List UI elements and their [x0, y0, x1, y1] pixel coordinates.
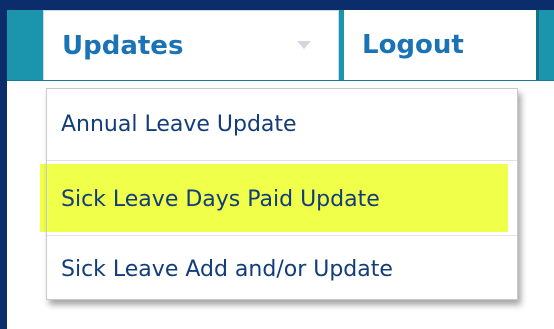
tab-updates[interactable]: Updates: [43, 10, 339, 80]
menu-item-annual-leave-update[interactable]: Annual Leave Update: [47, 89, 517, 159]
window-frame-top: [0, 0, 554, 10]
menu-separator: [47, 160, 517, 161]
window-frame-left: [0, 0, 7, 329]
menu-item-label: Sick Leave Days Paid Update: [61, 186, 380, 212]
updates-dropdown-menu: Annual Leave Update Sick Leave Days Paid…: [46, 88, 518, 300]
tab-divider: [536, 10, 539, 80]
menu-item-sick-leave-add-update[interactable]: Sick Leave Add and/or Update: [47, 239, 517, 299]
menu-item-label: Annual Leave Update: [61, 111, 297, 137]
tab-updates-label: Updates: [62, 30, 184, 61]
tab-logout[interactable]: Logout: [344, 10, 536, 80]
caret-down-icon: [297, 41, 311, 49]
menu-separator: [47, 235, 517, 236]
tab-logout-label: Logout: [362, 30, 464, 60]
menu-item-label: Sick Leave Add and/or Update: [61, 256, 393, 282]
menu-item-sick-leave-days-paid-update[interactable]: Sick Leave Days Paid Update: [47, 165, 517, 233]
